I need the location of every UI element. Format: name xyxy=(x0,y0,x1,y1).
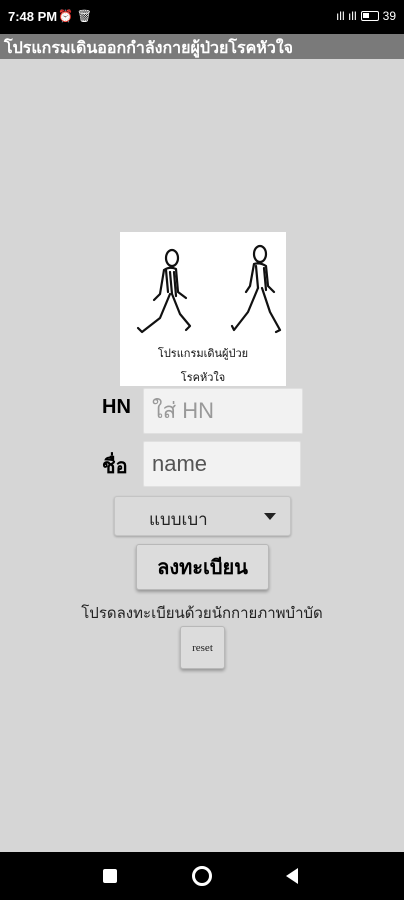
name-label: ชื่อ xyxy=(102,454,128,478)
walking-people-icon xyxy=(136,244,282,334)
hn-input[interactable] xyxy=(143,388,303,434)
battery-icon xyxy=(360,11,379,21)
app-title: โปรแกรมเดินออกกำลังกายผู้ป่วยโรคหัวใจ xyxy=(4,38,294,57)
back-icon[interactable] xyxy=(286,868,298,884)
home-icon[interactable] xyxy=(192,866,212,886)
exercise-level-dropdown[interactable]: แบบเบา xyxy=(114,496,291,536)
reset-button[interactable]: reset xyxy=(180,626,225,669)
signal-icon: ıll ıll xyxy=(335,9,357,23)
recent-apps-icon[interactable] xyxy=(103,869,117,883)
app-logo: โปรแกรมเดินผู้ป่วย โรคหัวใจ xyxy=(120,232,286,386)
dropdown-arrow-icon xyxy=(264,513,276,520)
status-right-group: ıll ıll 39 xyxy=(336,9,396,23)
app-title-bar: โปรแกรมเดินออกกำลังกายผู้ป่วยโรคหัวใจ xyxy=(0,34,404,59)
status-notification-icons: ⏰ 🗑 xyxy=(58,9,92,23)
status-bar: 7:48 PM ⏰ 🗑 ıll ıll 39 xyxy=(0,0,404,34)
name-input[interactable] xyxy=(143,441,301,487)
battery-level: 39 xyxy=(382,9,396,23)
status-time: 7:48 PM xyxy=(8,9,58,24)
logo-caption-line2: โรคหัวใจ xyxy=(180,371,226,384)
exercise-level-selected: แบบเบา xyxy=(149,510,208,530)
register-button[interactable]: ลงทะเบียน xyxy=(136,544,269,590)
logo-caption-line1: โปรแกรมเดินผู้ป่วย xyxy=(157,347,249,360)
register-hint-text: โปรดลงทะเบียนด้วยนักกายภาพบำบัด xyxy=(81,604,323,622)
system-nav-bar xyxy=(0,852,404,900)
hn-label: HN xyxy=(102,396,131,418)
